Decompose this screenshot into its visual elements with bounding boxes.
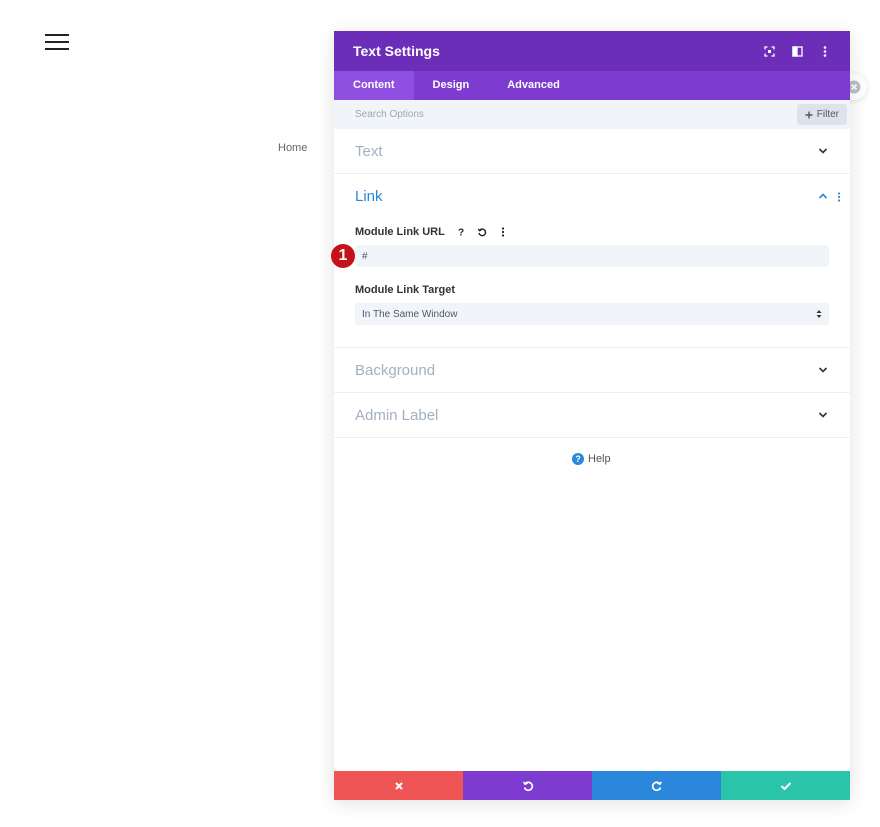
help-question-icon[interactable]: ?	[453, 224, 469, 240]
modal-footer	[334, 771, 850, 800]
modal-header: Text Settings	[334, 31, 850, 71]
focus-mode-icon[interactable]	[758, 40, 780, 62]
section-link: Link Module Link URL ? 1 # Module Link T…	[331, 174, 850, 348]
save-check-icon	[780, 781, 791, 790]
hamburger-menu-icon[interactable]	[45, 34, 69, 52]
field-options-icon[interactable]	[495, 224, 511, 240]
settings-modal: Text Settings Content Design Advanced Se…	[331, 31, 850, 800]
select-arrows-icon	[816, 310, 822, 318]
tab-advanced[interactable]: Advanced	[488, 71, 579, 100]
plus-icon	[805, 111, 813, 118]
section-link-header[interactable]: Link	[334, 174, 850, 218]
redo-icon	[651, 780, 662, 791]
cancel-button[interactable]	[334, 771, 463, 800]
chevron-down-icon	[818, 412, 828, 418]
section-text-header[interactable]: Text	[334, 129, 850, 173]
section-background-title: Background	[355, 361, 436, 379]
help-label: Help	[588, 453, 611, 465]
undo-icon	[522, 780, 533, 791]
search-options-input[interactable]	[355, 109, 735, 120]
search-bar: Filter	[334, 100, 850, 129]
settings-tabs: Content Design Advanced	[334, 71, 850, 100]
module-link-url-field: 1	[331, 244, 829, 268]
split-view-icon[interactable]	[786, 40, 808, 62]
chevron-down-icon	[818, 148, 828, 154]
help-icon: ?	[572, 453, 584, 465]
section-more-icon[interactable]	[835, 192, 843, 202]
help-link[interactable]: ? Help	[572, 453, 611, 465]
modal-title: Text Settings	[353, 43, 440, 59]
module-link-url-input[interactable]	[355, 245, 829, 267]
svg-text:?: ?	[458, 228, 464, 238]
header-icons	[758, 31, 836, 71]
module-link-target-label-row: Module Link Target	[355, 281, 829, 299]
section-admin-label-header[interactable]: Admin Label	[334, 393, 850, 437]
nav-link-home[interactable]: Home	[278, 142, 307, 154]
chevron-up-icon	[818, 193, 828, 199]
section-background-header[interactable]: Background	[334, 348, 850, 392]
undo-button[interactable]	[463, 771, 592, 800]
section-link-title: Link	[355, 187, 383, 205]
section-link-body: Module Link URL ? 1 # Module Link Target…	[331, 223, 850, 347]
section-admin-label: Admin Label	[334, 393, 850, 438]
module-link-target-value: In The Same Window	[362, 308, 458, 320]
section-text-title: Text	[355, 142, 383, 160]
filter-label: Filter	[816, 109, 839, 120]
svg-text:?: ?	[575, 454, 581, 464]
more-options-icon[interactable]	[814, 40, 836, 62]
step-badge: 1	[331, 244, 355, 268]
redo-button[interactable]	[592, 771, 721, 800]
tab-content[interactable]: Content	[334, 71, 414, 100]
section-admin-label-title: Admin Label	[355, 406, 439, 424]
module-link-target-label: Module Link Target	[355, 284, 456, 296]
section-background: Background	[334, 348, 850, 393]
chevron-down-icon	[818, 367, 828, 373]
cancel-icon	[394, 781, 403, 790]
module-link-target-select[interactable]: In The Same Window	[355, 303, 829, 325]
module-link-url-label-row: Module Link URL ?	[355, 223, 829, 241]
tab-design[interactable]: Design	[414, 71, 489, 100]
module-link-url-label: Module Link URL	[355, 226, 445, 238]
section-text: Text	[334, 129, 850, 174]
save-button[interactable]	[721, 771, 850, 800]
filter-button[interactable]: Filter	[796, 104, 847, 125]
reset-icon[interactable]	[474, 224, 490, 240]
